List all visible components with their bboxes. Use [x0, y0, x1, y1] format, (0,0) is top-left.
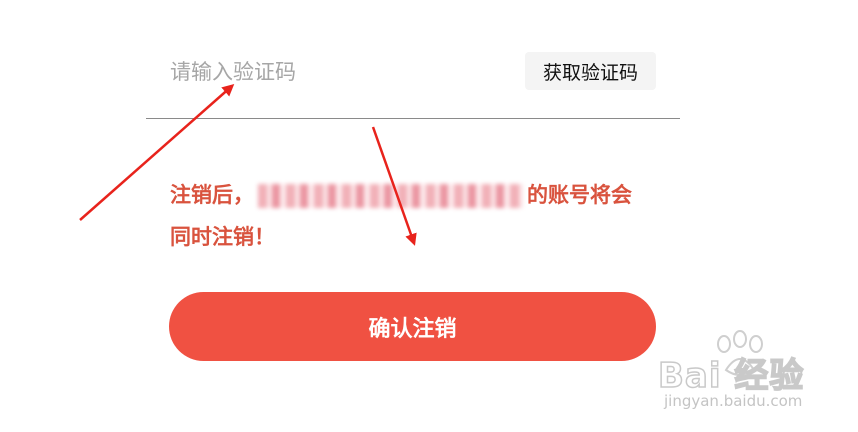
deletion-warning: 注销后， 的账号将会 同时注销！: [170, 174, 660, 258]
warning-suffix: 的账号将会: [527, 183, 632, 207]
warning-line-2: 同时注销！: [170, 225, 275, 249]
get-verification-code-button[interactable]: 获取验证码: [525, 52, 656, 90]
warning-line-1: 注销后， 的账号将会: [170, 174, 660, 216]
warning-prefix: 注销后，: [170, 183, 254, 207]
baidu-jingyan-watermark: Bai 经验 jingyan.baidu.com: [640, 330, 830, 418]
watermark-url: jingyan.baidu.com: [664, 392, 803, 410]
input-underline: [146, 118, 680, 119]
redacted-account-info: [258, 184, 523, 208]
watermark-brand: Bai 经验: [657, 355, 805, 397]
account-deletion-screen: 获取验证码 注销后， 的账号将会 同时注销！ 确认注销 Bai 经验 jingya…: [0, 0, 858, 432]
confirm-deletion-button[interactable]: 确认注销: [169, 292, 656, 361]
verification-code-input[interactable]: [170, 52, 500, 92]
